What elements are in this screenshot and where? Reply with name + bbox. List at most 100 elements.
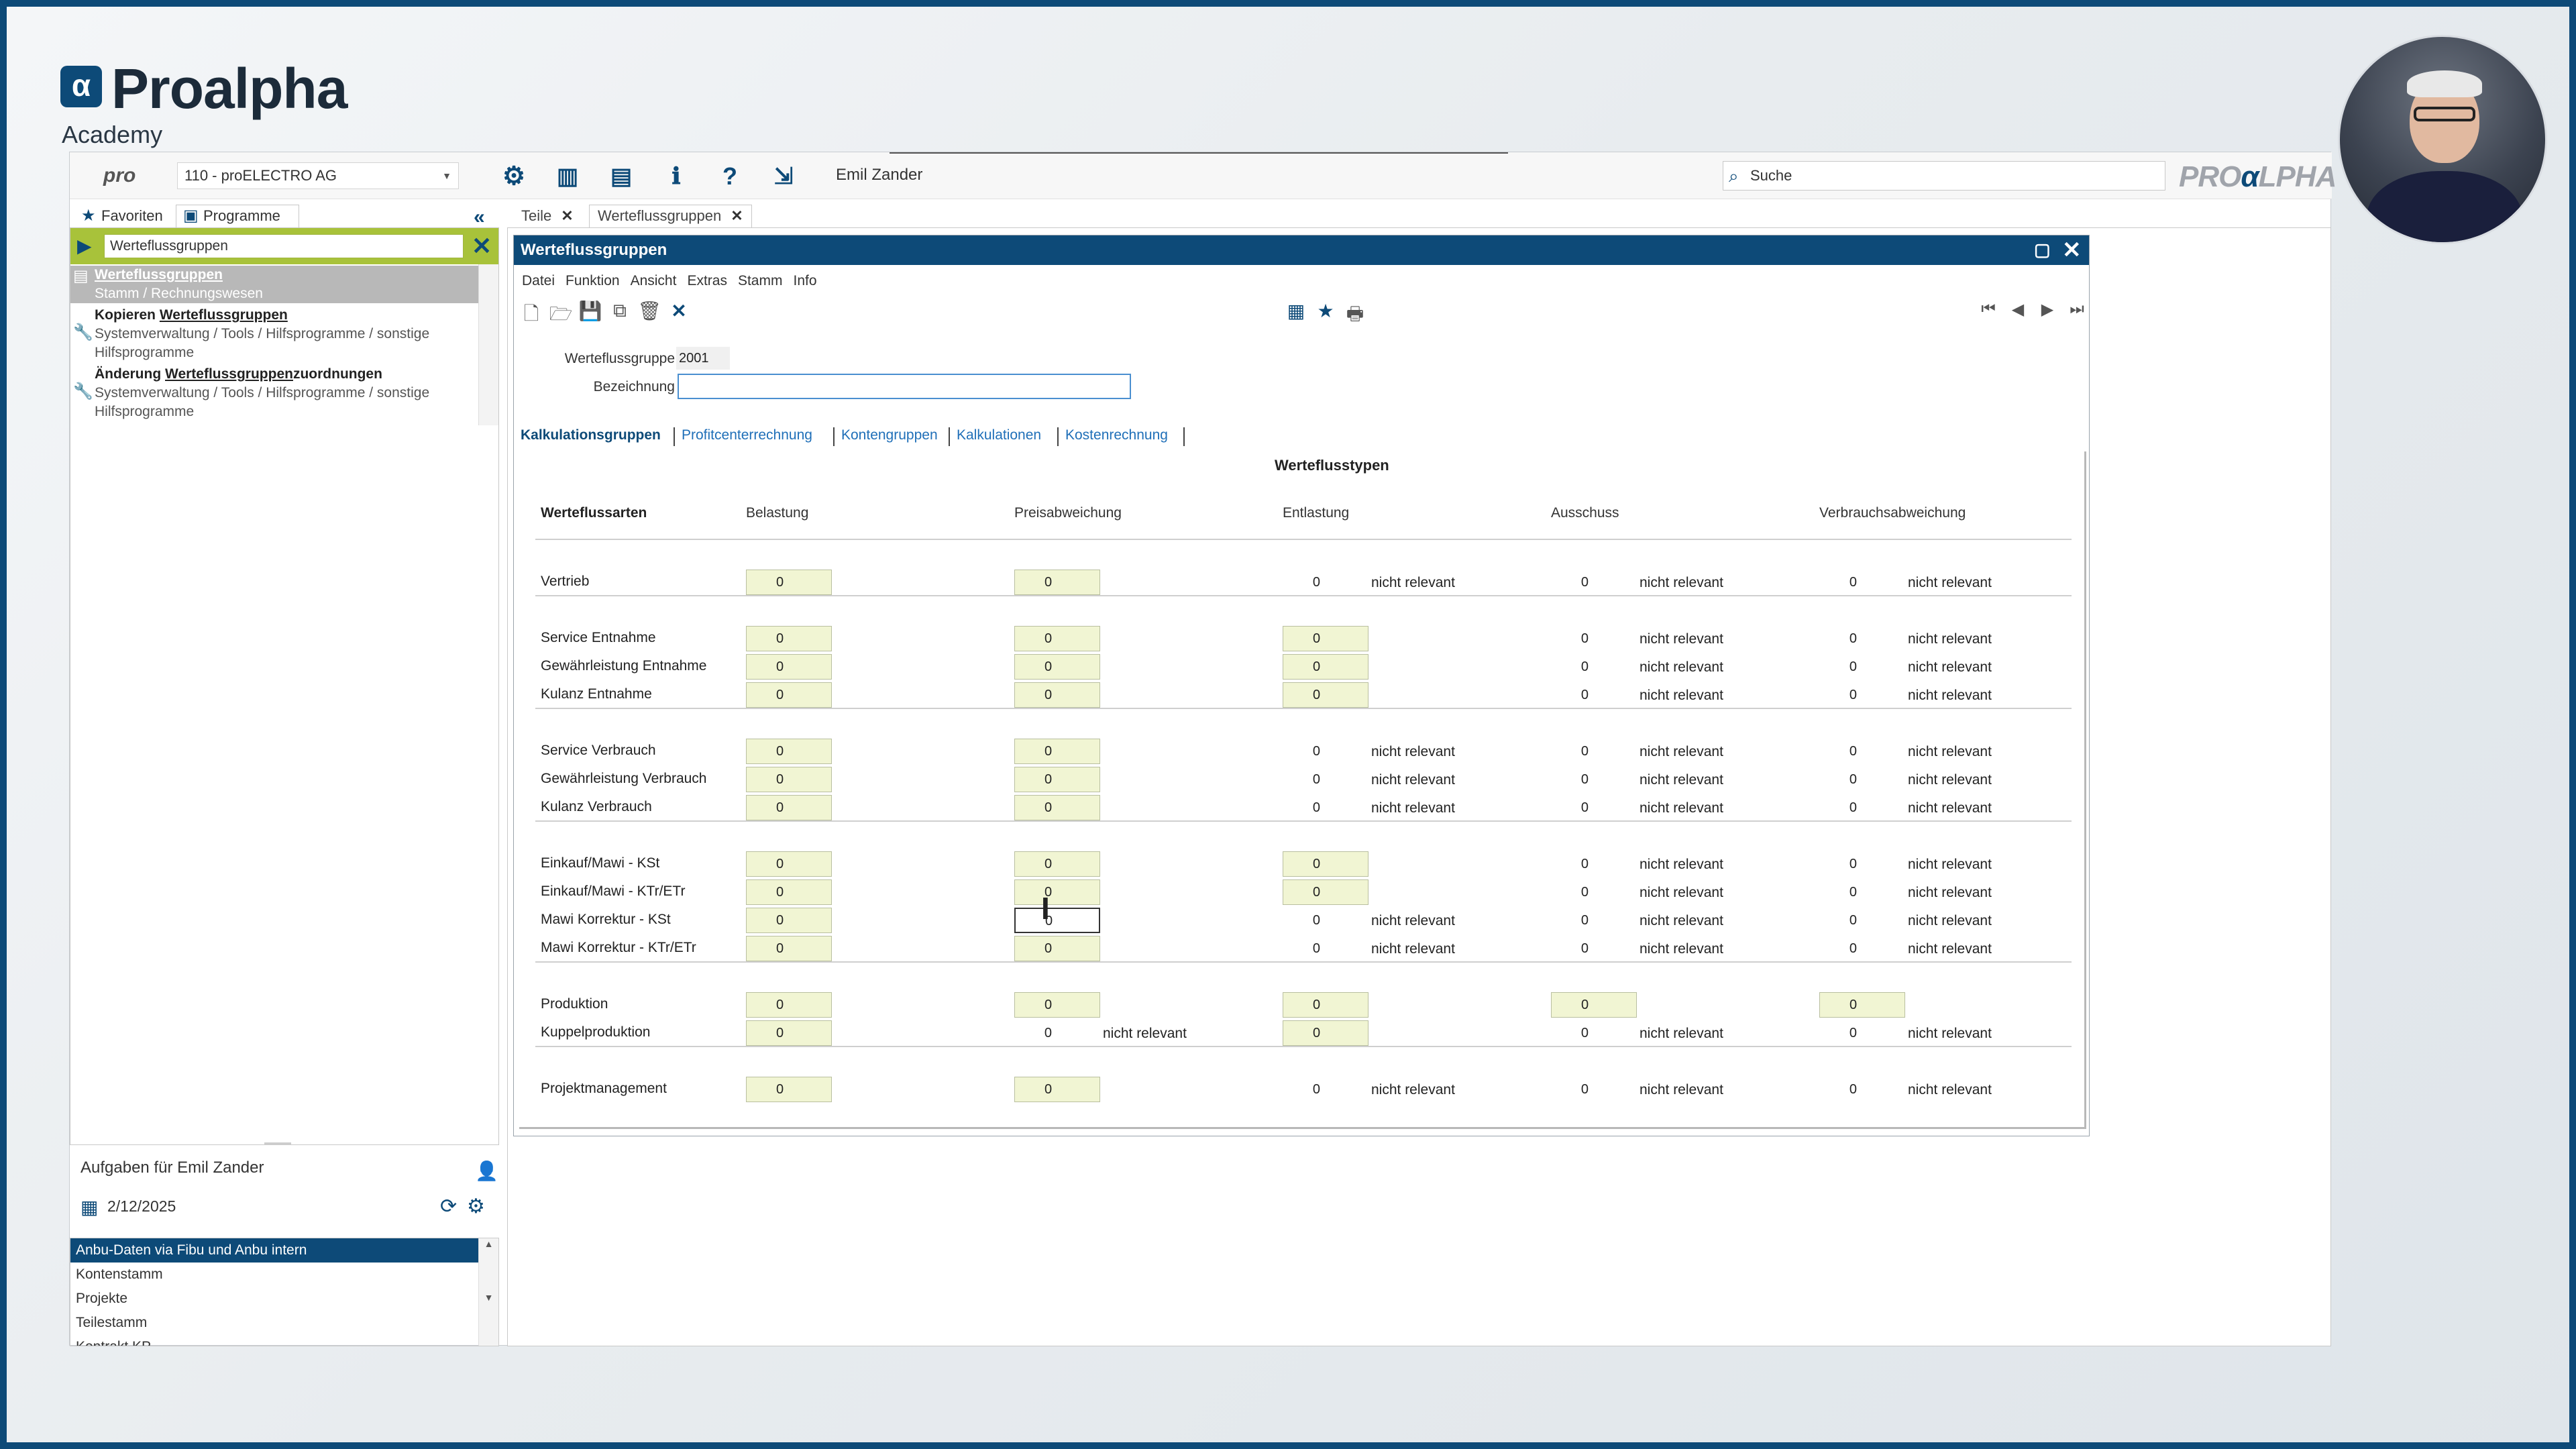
value-input[interactable]: 0: [746, 795, 832, 820]
value-input[interactable]: 0: [746, 626, 832, 651]
list-item[interactable]: Kontenstamm: [70, 1263, 478, 1287]
value-input[interactable]: 0: [1283, 879, 1368, 905]
value-input[interactable]: 0: [746, 1020, 832, 1046]
result-kopieren[interactable]: 🔧 Kopieren Werteflussgruppen Systemverwa…: [70, 306, 478, 364]
field-group-value[interactable]: 2001: [676, 347, 730, 370]
gear-icon[interactable]: ⚙: [499, 162, 529, 191]
value-input[interactable]: 0: [1014, 767, 1100, 792]
tab-werteflussgruppen[interactable]: Werteflussgruppen ✕: [589, 205, 752, 227]
menu-ansicht[interactable]: Ansicht: [631, 273, 677, 289]
value-input[interactable]: 0: [1283, 992, 1368, 1018]
calendar-icon[interactable]: ▦: [1284, 300, 1308, 322]
global-search-input[interactable]: ⌕ Suche: [1723, 161, 2165, 191]
value-input[interactable]: 0: [1014, 879, 1100, 905]
value-input[interactable]: 0: [1283, 626, 1368, 651]
value-input[interactable]: 0: [1014, 570, 1100, 595]
tasks-panel: Aufgaben für Emil Zander 👤 ▦ 2/12/2025 ⟳…: [70, 1159, 499, 1346]
value-input[interactable]: 0: [1014, 851, 1100, 877]
result-aenderung[interactable]: 🔧 Änderung Werteflussgruppenzuordnungen …: [70, 365, 478, 423]
last-record-icon[interactable]: ⏭: [2065, 300, 2089, 319]
panel-layout-icon[interactable]: ▥: [553, 162, 582, 191]
first-record-icon[interactable]: ⏮: [1976, 300, 2000, 319]
close-icon[interactable]: ✕: [561, 207, 573, 224]
not-relevant-label: nicht relevant: [1640, 1026, 1723, 1041]
save-icon[interactable]: 💾: [578, 300, 602, 322]
value-input[interactable]: 0: [746, 851, 832, 877]
maximize-icon[interactable]: ▢: [2034, 239, 2051, 260]
print-icon[interactable]: 🖶: [1343, 300, 1367, 332]
play-icon[interactable]: ▶: [77, 235, 92, 257]
value-input[interactable]: 0: [746, 767, 832, 792]
close-icon[interactable]: ✕: [2062, 237, 2082, 264]
gear-icon[interactable]: ⚙: [467, 1195, 485, 1218]
results-scrollbar[interactable]: [478, 264, 498, 425]
value-input[interactable]: 0: [1014, 739, 1100, 764]
next-record-icon[interactable]: ▶: [2035, 300, 2059, 319]
value-input[interactable]: 0: [1014, 682, 1100, 708]
cancel-icon[interactable]: ✕: [667, 300, 691, 322]
program-search-input[interactable]: Werteflussgruppen: [104, 234, 464, 258]
tab-favoriten[interactable]: ★ Favoriten: [74, 205, 174, 227]
list-item[interactable]: Projekte: [70, 1287, 478, 1311]
open-icon[interactable]: 🗁: [549, 300, 573, 332]
tab-profitcenterrechnung[interactable]: Profitcenterrechnung: [674, 427, 812, 446]
window-layout-icon[interactable]: ▤: [606, 162, 636, 191]
value-input[interactable]: 0: [746, 992, 832, 1018]
value-input[interactable]: 0: [1283, 682, 1368, 708]
menu-datei[interactable]: Datei: [522, 273, 555, 289]
logout-icon[interactable]: ⇲: [769, 162, 798, 191]
tab-teile[interactable]: Teile ✕: [513, 205, 582, 227]
user-icon[interactable]: 👤: [475, 1160, 498, 1182]
panel-splitter[interactable]: [264, 1142, 291, 1145]
value-input[interactable]: 0: [1014, 936, 1100, 961]
info-icon[interactable]: ℹ: [661, 162, 691, 191]
new-icon[interactable]: 🗋: [519, 300, 543, 332]
tasks-date[interactable]: ▦ 2/12/2025: [80, 1197, 176, 1218]
value-input[interactable]: 0: [746, 879, 832, 905]
list-item[interactable]: Kontrakt KP: [70, 1335, 478, 1346]
delete-icon[interactable]: 🗑: [637, 300, 661, 322]
help-icon[interactable]: ?: [715, 162, 745, 191]
star-icon[interactable]: ★: [1313, 300, 1338, 322]
value-input[interactable]: 0: [746, 1077, 832, 1102]
value-input[interactable]: 0: [1014, 626, 1100, 651]
value-input[interactable]: 0: [1551, 992, 1637, 1018]
tab-kalkulationen[interactable]: Kalkulationen: [949, 427, 1041, 446]
refresh-icon[interactable]: ⟳: [440, 1195, 457, 1218]
company-select[interactable]: 110 - proELECTRO AG ▼: [177, 162, 459, 189]
value-input[interactable]: 0: [746, 682, 832, 708]
value-input[interactable]: 0: [1014, 1077, 1100, 1102]
copy-icon[interactable]: ⧉: [608, 300, 632, 322]
value-input[interactable]: 0: [1283, 851, 1368, 877]
list-item[interactable]: Anbu-Daten via Fibu und Anbu intern: [70, 1238, 478, 1263]
tab-programme[interactable]: ▣ Programme: [176, 205, 299, 227]
tab-kalkulationsgruppen[interactable]: Kalkulationsgruppen: [521, 427, 661, 443]
value-input[interactable]: 0: [746, 654, 832, 680]
clear-search-icon[interactable]: ✕: [472, 232, 492, 260]
menu-extras[interactable]: Extras: [687, 273, 727, 289]
close-icon[interactable]: ✕: [731, 207, 743, 224]
tab-separator: [1057, 427, 1059, 446]
value-input[interactable]: 0: [746, 936, 832, 961]
description-input[interactable]: [678, 374, 1131, 399]
tab-kostenrechnung[interactable]: Kostenrechnung: [1057, 427, 1185, 446]
tasks-scrollbar[interactable]: ▲ ▼: [478, 1238, 498, 1346]
value-input[interactable]: 0: [1014, 908, 1100, 933]
value-input[interactable]: 0: [746, 739, 832, 764]
list-item[interactable]: Teilestamm: [70, 1311, 478, 1335]
value-input[interactable]: 0: [746, 908, 832, 933]
value-input[interactable]: 0: [1283, 1020, 1368, 1046]
menu-funktion[interactable]: Funktion: [566, 273, 620, 289]
value-input[interactable]: 0: [1014, 795, 1100, 820]
prev-record-icon[interactable]: ◀: [2006, 300, 2030, 319]
menu-info[interactable]: Info: [793, 273, 816, 289]
menu-stamm[interactable]: Stamm: [738, 273, 783, 289]
tab-kontengruppen[interactable]: Kontengruppen: [833, 427, 938, 446]
value-input[interactable]: 0: [1283, 654, 1368, 680]
value-input[interactable]: 0: [1819, 992, 1905, 1018]
value-input[interactable]: 0: [1014, 992, 1100, 1018]
collapse-panel-icon[interactable]: «: [474, 206, 485, 229]
value-input[interactable]: 0: [1014, 654, 1100, 680]
result-werteflussgruppen[interactable]: ▤ Werteflussgruppen Stamm / Rechnungswes…: [70, 266, 478, 303]
value-input[interactable]: 0: [746, 570, 832, 595]
